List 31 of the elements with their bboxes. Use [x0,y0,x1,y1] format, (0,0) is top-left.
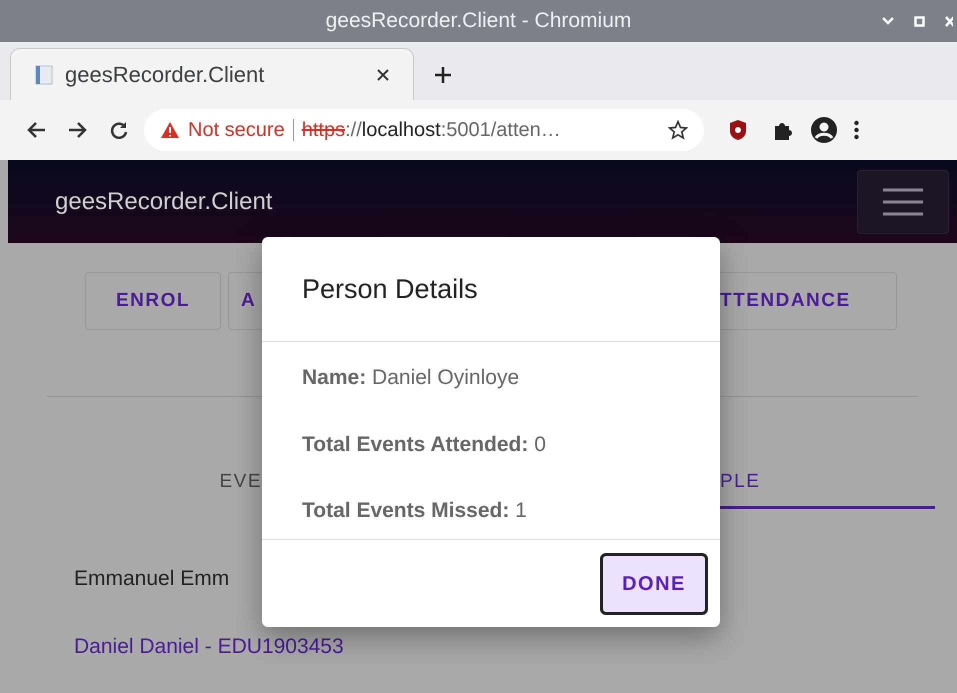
shield-icon[interactable] [728,119,748,141]
dialog-title: Person Details [302,272,478,306]
tab-title: geesRecorder.Client [65,61,264,89]
detail-text: Total Events Missed: 1 [302,498,528,524]
warning-icon [160,121,180,139]
person-link[interactable]: Daniel Daniel - EDU1903453 [74,630,344,662]
address-field[interactable]: Not secure https://localhost:5001/atten… [144,109,704,151]
brand-title[interactable]: geesRecorder.Client [55,184,272,220]
forward-arrow-icon[interactable] [68,121,88,139]
detail-text: Total Events Attended: 0 [302,432,547,458]
menu-button[interactable] [857,170,949,234]
done-button[interactable]: DONE [600,552,708,614]
person-name: Emmanuel Emm [74,566,230,592]
maximize-icon[interactable] [914,16,925,26]
new-tab-icon[interactable] [434,66,452,84]
url-text: https://localhost:5001/atten… [302,118,561,143]
profile-icon[interactable] [810,116,838,144]
back-arrow-icon[interactable] [26,121,46,139]
menu-icon [883,186,923,216]
minimize-icon[interactable] [882,17,894,25]
enrol-button[interactable]: ENROL [85,272,221,330]
security-label[interactable]: Not secure [188,115,285,145]
detail-text: Name: Daniel Oyinloye [302,365,520,391]
window-title: geesRecorder.Client - Chromium [326,8,632,34]
star-icon[interactable] [668,120,688,140]
page-icon [35,64,53,84]
view-tab[interactable]: EVE [219,459,262,509]
close-icon[interactable] [377,68,389,80]
menu-icon[interactable] [854,120,859,140]
reload-icon[interactable] [110,121,128,139]
browser-tab[interactable]: geesRecorder.Client [10,48,414,100]
